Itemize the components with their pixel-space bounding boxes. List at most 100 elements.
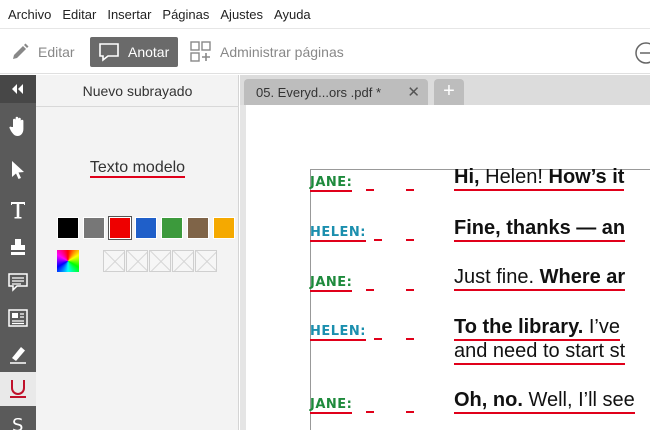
menu-insertar[interactable]: Insertar [107, 7, 151, 22]
color-swatch-gray[interactable] [83, 217, 105, 239]
tab-document-label: 05. Everyd...ors .pdf * [256, 84, 382, 100]
menu-ajustes[interactable]: Ajustes [220, 7, 263, 22]
empty-color-slot[interactable] [103, 250, 125, 272]
dialogue-segment: and need to start st [454, 340, 626, 365]
strikethrough-s-icon: S [12, 415, 23, 430]
text-t-icon [11, 202, 25, 219]
dialogue-segment: Just fine. [454, 266, 540, 288]
stamp-icon [11, 239, 25, 255]
dialogue-line-continuation: and need to start st [454, 340, 626, 365]
underline-mark [366, 189, 374, 191]
speaker-name: HELEN: [310, 324, 367, 341]
pencil-icon [13, 43, 29, 59]
speaker-label: JANE: [310, 175, 353, 192]
tab-document[interactable]: 05. Everyd...ors .pdf * ✕ [244, 79, 428, 105]
menu-editar[interactable]: Editar [62, 7, 96, 22]
color-swatch-blue[interactable] [135, 217, 157, 239]
menu-archivo[interactable]: Archivo [8, 7, 51, 22]
note-comment-icon [8, 273, 28, 292]
annotate-button[interactable]: Anotar [90, 37, 178, 67]
empty-color-slot[interactable] [195, 250, 217, 272]
arrow-pointer-icon [12, 161, 24, 179]
sample-text: Texto modelo [89, 159, 186, 178]
sample-preview: Texto modelo [36, 159, 239, 178]
hand-icon [9, 116, 24, 136]
color-swatch-brown[interactable] [187, 217, 209, 239]
underline-mark [374, 239, 382, 241]
zoom-out-icon [635, 42, 650, 64]
zoom-out-button[interactable] [634, 41, 650, 70]
hand-tool[interactable] [0, 109, 36, 143]
double-chevron-left-icon [12, 84, 23, 94]
dialogue-line: Just fine. Where ar [454, 266, 626, 291]
annotation-properties-panel: Nuevo subrayado Texto modelo [36, 75, 239, 430]
menu-ayuda[interactable]: Ayuda [274, 7, 311, 22]
collapse-panel-button[interactable] [0, 75, 36, 103]
dialogue-segment: Hi, [454, 166, 480, 188]
custom-colors-row [57, 250, 218, 272]
pdf-page[interactable]: JANE: Hi, Helen! How’s it HELEN: Fine, t… [246, 105, 650, 430]
dialogue-segment: To the library. [454, 316, 584, 338]
stamp-tool[interactable] [0, 230, 36, 264]
color-swatch-orange[interactable] [213, 217, 235, 239]
edit-label: Editar [38, 44, 75, 60]
color-swatch-green[interactable] [161, 217, 183, 239]
document-area: 05. Everyd...ors .pdf * ✕ + JANE: Hi, He… [240, 75, 650, 430]
dialogue-line: Fine, thanks — an [454, 217, 626, 242]
text-box-icon [8, 309, 28, 327]
underline-mark [406, 411, 414, 413]
dialogue-segment: Helen! [479, 166, 549, 188]
underline-mark [406, 189, 414, 191]
panel-title: Nuevo subrayado [36, 75, 239, 107]
manage-pages-button[interactable]: Administrar páginas [190, 37, 344, 67]
tab-bar: 05. Everyd...ors .pdf * ✕ + [240, 75, 650, 105]
pages-grid-icon [190, 41, 211, 62]
speaker-label: HELEN: [310, 225, 367, 242]
speaker-label: JANE: [310, 275, 353, 292]
main-toolbar: Editar Anotar Administrar páginas [0, 28, 650, 74]
highlighter-icon [10, 347, 26, 364]
speaker-name: JANE: [310, 275, 353, 292]
empty-color-slot[interactable] [172, 250, 194, 272]
dialogue-line: Oh, no. Well, I’ll see [454, 389, 635, 414]
menu-paginas[interactable]: Páginas [162, 7, 209, 22]
speaker-label: JANE: [310, 397, 353, 414]
dialogue-segment: Fine, thanks — an [454, 217, 626, 239]
svg-text:S: S [12, 415, 23, 430]
underline-mark [366, 289, 374, 291]
empty-color-slot[interactable] [126, 250, 148, 272]
highlight-tool[interactable] [0, 337, 36, 371]
color-swatch-red[interactable] [108, 216, 132, 240]
speaker-name: JANE: [310, 175, 353, 192]
dialogue-line: To the library. I’ve [454, 316, 620, 341]
color-swatch-black[interactable] [57, 217, 79, 239]
underline-mark [406, 289, 414, 291]
speaker-name: JANE: [310, 397, 353, 414]
custom-color-picker[interactable] [57, 250, 79, 272]
comment-tool[interactable] [0, 265, 36, 299]
dialogue-segment: I’ve [583, 316, 620, 338]
empty-color-slot[interactable] [149, 250, 171, 272]
underline-tool[interactable] [0, 372, 36, 406]
new-tab-button[interactable]: + [434, 79, 464, 105]
strikethrough-tool[interactable]: S [0, 407, 36, 430]
color-swatches [57, 216, 239, 240]
speaker-name: HELEN: [310, 225, 367, 242]
underline-u-icon [10, 380, 26, 398]
comment-icon [99, 43, 119, 62]
menu-bar: Archivo Editar Insertar Páginas Ajustes … [0, 0, 650, 28]
speaker-label: HELEN: [310, 324, 367, 341]
underline-mark [374, 338, 382, 340]
dialogue-line: Hi, Helen! How’s it [454, 166, 625, 191]
dialogue-segment: Where ar [539, 266, 626, 288]
dialogue-segment: How’s it [548, 166, 625, 188]
tab-close-icon[interactable]: ✕ [407, 83, 420, 101]
select-tool[interactable] [0, 153, 36, 187]
text-tool[interactable] [0, 193, 36, 227]
underline-mark [406, 239, 414, 241]
form-field-tool[interactable] [0, 301, 36, 335]
annotate-label: Anotar [128, 44, 170, 60]
tool-strip: S [0, 75, 36, 430]
manage-pages-label: Administrar páginas [220, 44, 344, 60]
edit-button[interactable]: Editar [10, 37, 75, 67]
